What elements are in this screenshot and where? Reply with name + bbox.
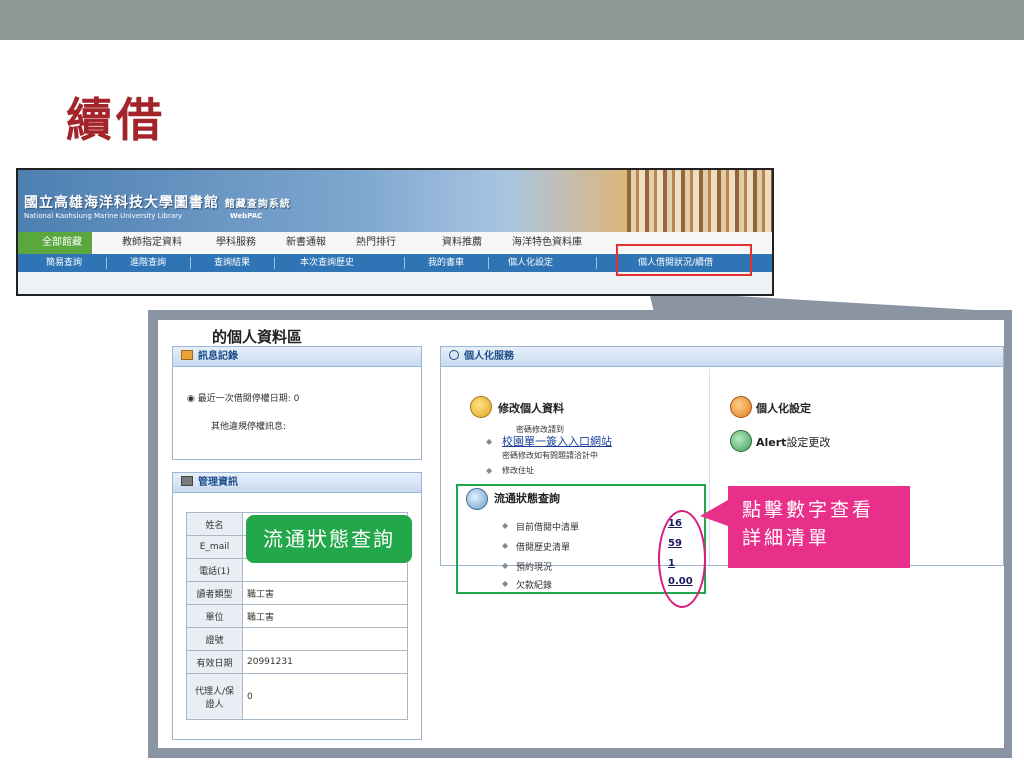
tab-marine-database[interactable]: 海洋特色資料庫 [512, 232, 582, 254]
messages-header: 訊息記錄 [173, 347, 421, 367]
nav-divider [106, 257, 107, 269]
admin-icon [181, 476, 193, 486]
slide-top-bar [0, 0, 1024, 40]
numbers-highlight-ellipse [658, 510, 706, 608]
row-value-card-number [242, 627, 408, 651]
nav-divider [404, 257, 405, 269]
services-header-label: 個人化服務 [464, 351, 514, 362]
table-row: 有效日期 20991231 [186, 650, 408, 674]
library-system-name: 館藏查詢系統 [224, 199, 291, 210]
alert-prefix: Alert [756, 436, 787, 449]
row-value-reader-type: 職工害 [242, 581, 408, 605]
nav-my-cart[interactable]: 我的書車 [428, 254, 464, 272]
row-label-email: E_mail [186, 535, 243, 559]
messages-box: 訊息記錄 ◉ 最近一次借閱停權日期: 0 其他違規停權訊息: [172, 346, 422, 460]
last-suspend-date: ◉ 最近一次借閱停權日期: 0 [187, 394, 300, 404]
password-help-note: 密碼修改如有問題請洽計中 [502, 451, 598, 460]
nav-divider [274, 257, 275, 269]
slide-title: 續借 [66, 93, 166, 147]
tab-new-books[interactable]: 新書通報 [286, 232, 326, 254]
services-divider [709, 369, 710, 565]
row-value-guarantor: 0 [242, 673, 408, 720]
modify-profile-link[interactable]: 修改個人資料 [498, 400, 564, 416]
last-suspend-text: 最近一次借閱停權日期: 0 [197, 394, 300, 404]
nav-advanced-search[interactable]: 進階查詢 [130, 254, 166, 272]
row-label-guarantor: 代理人/保證人 [186, 673, 243, 720]
green-callout: 流通狀態查詢 [246, 515, 412, 563]
tab-popular-ranking[interactable]: 熱門排行 [356, 232, 396, 254]
row-label-unit: 單位 [186, 604, 243, 628]
library-header-screenshot: 國立高雄海洋科技大學圖書館 館藏查詢系統 National Kaohsiung … [16, 168, 774, 296]
portal-link[interactable]: 校園單一簽入入口網站 [502, 433, 612, 449]
nav-simple-search[interactable]: 簡易查詢 [46, 254, 82, 272]
row-value-unit: 職工害 [242, 604, 408, 628]
messages-header-label: 訊息記錄 [198, 351, 238, 362]
bullet-icon: ◆ [486, 466, 493, 475]
row-value-expiry: 20991231 [242, 650, 408, 674]
message-icon [181, 350, 193, 360]
tab-recommendations[interactable]: 資料推薦 [442, 232, 482, 254]
tab-all-collections[interactable]: 全部館藏 [18, 232, 92, 254]
library-name-zh: 國立高雄海洋科技大學圖書館 [24, 195, 219, 211]
lock-icon [470, 396, 492, 418]
user-icon [449, 350, 459, 360]
panel-title: 的個人資料區 [212, 328, 303, 346]
bullet-icon: ◆ [486, 437, 493, 446]
nav-divider [190, 257, 191, 269]
personal-settings-link[interactable]: 個人化設定 [756, 400, 811, 416]
tab-subject-services[interactable]: 學科服務 [216, 232, 256, 254]
table-row: 讀者類型 職工害 [186, 581, 408, 605]
library-name-en: National Kaohsiung Marine University Lib… [24, 212, 183, 220]
renewal-highlight-box [616, 244, 752, 276]
pink-callout-line1: 點擊數字查看 [742, 499, 875, 521]
table-row: 代理人/保證人 0 [186, 673, 408, 720]
nav-personal-settings[interactable]: 個人化設定 [508, 254, 553, 272]
row-label-reader-type: 讀者類型 [186, 581, 243, 605]
nav-search-history[interactable]: 本次查詢歷史 [300, 254, 354, 272]
modify-address-link[interactable]: 修改住址 [502, 465, 534, 476]
alert-icon [730, 430, 752, 452]
nav-search-results[interactable]: 查詢結果 [214, 254, 250, 272]
table-row: 證號 [186, 627, 408, 651]
row-label-expiry: 有效日期 [186, 650, 243, 674]
services-header: 個人化服務 [441, 347, 1003, 367]
table-row: 單位 職工害 [186, 604, 408, 628]
pink-callout-line2: 詳細清單 [742, 527, 831, 549]
row-label-card-number: 證號 [186, 627, 243, 651]
nav-divider [596, 257, 597, 269]
admin-header-label: 管理資訊 [198, 477, 238, 488]
row-label-phone: 電話(1) [186, 558, 243, 582]
row-label-name: 姓名 [186, 512, 243, 536]
library-name: 國立高雄海洋科技大學圖書館 館藏查詢系統 [24, 192, 291, 212]
bookshelf-image [627, 170, 772, 232]
pink-callout: 點擊數字查看 詳細清單 [728, 486, 910, 568]
tab-teacher-reserves[interactable]: 教師指定資料 [122, 232, 182, 254]
admin-info-header: 管理資訊 [173, 473, 421, 493]
other-violations: 其他違規停權訊息: [211, 422, 287, 432]
alert-settings-link[interactable]: Alert設定更改 [756, 434, 830, 450]
alert-suffix: 設定更改 [786, 436, 831, 449]
pencil-icon [730, 396, 752, 418]
webpac-label: WebPAC [230, 212, 263, 220]
nav-divider [488, 257, 489, 269]
